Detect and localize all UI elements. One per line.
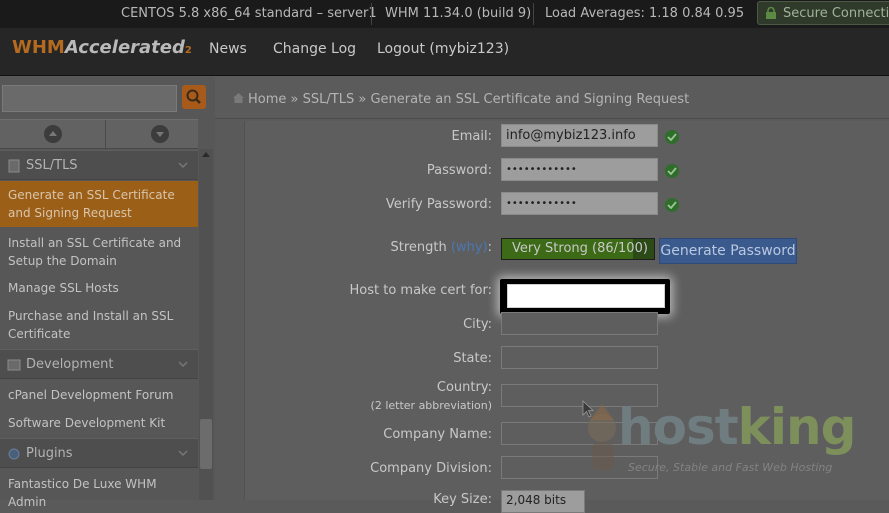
sidebar-search-input[interactable]: [2, 85, 177, 112]
brand-host: host: [618, 398, 739, 456]
ssl-icon: [8, 159, 20, 173]
scroll-up-button[interactable]: [44, 125, 62, 143]
why-link[interactable]: (why): [451, 240, 488, 255]
sidebar-group-plugins[interactable]: Plugins: [0, 438, 198, 468]
sidebar: SSL/TLS Generate an SSL Certificate and …: [0, 77, 215, 509]
mouse-cursor-icon: [582, 400, 594, 418]
breadcrumb-home[interactable]: Home: [248, 92, 286, 107]
chevron-down-icon: [178, 361, 188, 368]
search-icon: [186, 89, 201, 104]
secure-connection-label: Secure Connection: [783, 6, 889, 21]
breadcrumb: Home » SSL/TLS » Generate an SSL Certifi…: [232, 92, 689, 107]
chevron-down-icon: [178, 162, 188, 169]
hostking-watermark: hostking Secure, Stable and Fast Web Hos…: [580, 398, 889, 478]
state-field[interactable]: [501, 346, 658, 369]
divider: [533, 3, 534, 25]
verify-password-label: Verify Password:: [385, 197, 492, 212]
breadcrumb-current: Generate an SSL Certificate and Signing …: [370, 92, 690, 107]
divider: [371, 3, 372, 25]
strength-text: Very Strong (86/100): [512, 241, 648, 256]
email-label: Email:: [451, 129, 492, 144]
chevron-down-icon: [178, 450, 188, 457]
sidebar-scrollbar[interactable]: [199, 149, 213, 500]
logo-sup: 2: [184, 45, 192, 56]
city-label: City:: [463, 317, 492, 332]
divider: [105, 120, 106, 150]
breadcrumb-bar: Home » SSL/TLS » Generate an SSL Certifi…: [215, 77, 889, 119]
password-label: Password:: [426, 163, 492, 178]
password-field[interactable]: ••••••••••••: [501, 158, 658, 181]
company-name-label: Company Name:: [383, 427, 492, 442]
logo-main: WHM: [12, 37, 65, 58]
sidebar-item-manage-ssl-hosts[interactable]: Manage SSL Hosts: [0, 278, 198, 298]
group-label: SSL/TLS: [26, 158, 78, 173]
whm-logo[interactable]: WHMAccelerated2: [12, 37, 192, 58]
breadcrumb-separator: »: [358, 92, 367, 107]
nav-logout[interactable]: Logout (mybiz123): [377, 41, 509, 57]
nav-change-log[interactable]: Change Log: [273, 41, 356, 57]
city-field[interactable]: [501, 312, 658, 335]
header: WHMAccelerated2 News Change Log Logout (…: [0, 28, 889, 76]
load-averages: Load Averages: 1.18 0.84 0.95: [545, 6, 745, 21]
watermark-brand: hostking: [618, 398, 857, 456]
email-field[interactable]: info@mybiz123.info: [501, 124, 658, 147]
arrow-up-icon: [49, 131, 57, 136]
password-strength-meter: Very Strong (86/100): [501, 238, 655, 260]
host-input[interactable]: [507, 284, 665, 308]
secure-connection-badge[interactable]: Secure Connection: [757, 1, 889, 25]
arrow-down-icon: [156, 132, 164, 137]
search-button[interactable]: [182, 85, 206, 109]
sidebar-item-install-ssl[interactable]: Install an SSL Certificate and Setup the…: [0, 232, 198, 272]
company-division-label: Company Division:: [370, 461, 492, 476]
watermark-tagline: Secure, Stable and Fast Web Hosting: [628, 461, 833, 474]
sidebar-item-fantastico[interactable]: Fantastico De Luxe WHM Admin: [0, 474, 198, 509]
brand-king: king: [737, 398, 857, 456]
home-icon: [233, 93, 244, 103]
nav-news[interactable]: News: [209, 41, 247, 57]
country-sub-label: (2 letter abbreviation): [370, 399, 492, 412]
sidebar-item-cpanel-dev-forum[interactable]: cPanel Development Forum: [0, 385, 198, 405]
status-bar: CENTOS 5.8 x86_64 standard – server1 WHM…: [0, 0, 889, 28]
breadcrumb-separator: »: [290, 92, 299, 107]
logo-accent: Accelerated: [64, 37, 185, 58]
valid-check-icon: [665, 130, 679, 144]
host-input-highlight: [500, 279, 670, 314]
scroll-up-arrow-icon[interactable]: [202, 151, 210, 159]
sidebar-group-ssl-tls[interactable]: SSL/TLS: [0, 150, 198, 180]
group-label: Plugins: [26, 446, 73, 461]
lock-icon: [766, 7, 776, 19]
development-icon: [7, 359, 21, 371]
verify-password-field[interactable]: ••••••••••••: [501, 192, 658, 215]
scrollbar-thumb[interactable]: [200, 419, 212, 469]
valid-check-icon: [665, 198, 679, 212]
group-label: Development: [26, 357, 114, 372]
breadcrumb-ssl-tls[interactable]: SSL/TLS: [303, 92, 355, 107]
plugins-icon: [8, 448, 20, 460]
sidebar-item-purchase-ssl[interactable]: Purchase and Install an SSL Certificate: [0, 306, 198, 346]
sidebar-item-generate-ssl[interactable]: Generate an SSL Certificate and Signing …: [0, 181, 198, 227]
strength-label: Strength (why):: [380, 240, 492, 255]
strength-colon: :: [487, 240, 492, 255]
scroll-down-button[interactable]: [151, 125, 169, 143]
strength-label-text: Strength: [390, 240, 447, 255]
whm-version: WHM 11.34.0 (build 9): [385, 6, 532, 21]
state-label: State:: [453, 351, 492, 366]
country-label: Country:: [436, 380, 492, 395]
server-info: CENTOS 5.8 x86_64 standard – server1: [121, 6, 377, 21]
host-label: Host to make cert for:: [349, 283, 493, 298]
sidebar-scroll-controls: [0, 119, 198, 150]
generate-password-button[interactable]: Generate Password: [659, 238, 797, 264]
key-size-select[interactable]: 2,048 bits: [501, 490, 585, 513]
sidebar-group-development[interactable]: Development: [0, 349, 198, 379]
sidebar-item-sdk[interactable]: Software Development Kit: [0, 413, 198, 433]
valid-check-icon: [665, 164, 679, 178]
